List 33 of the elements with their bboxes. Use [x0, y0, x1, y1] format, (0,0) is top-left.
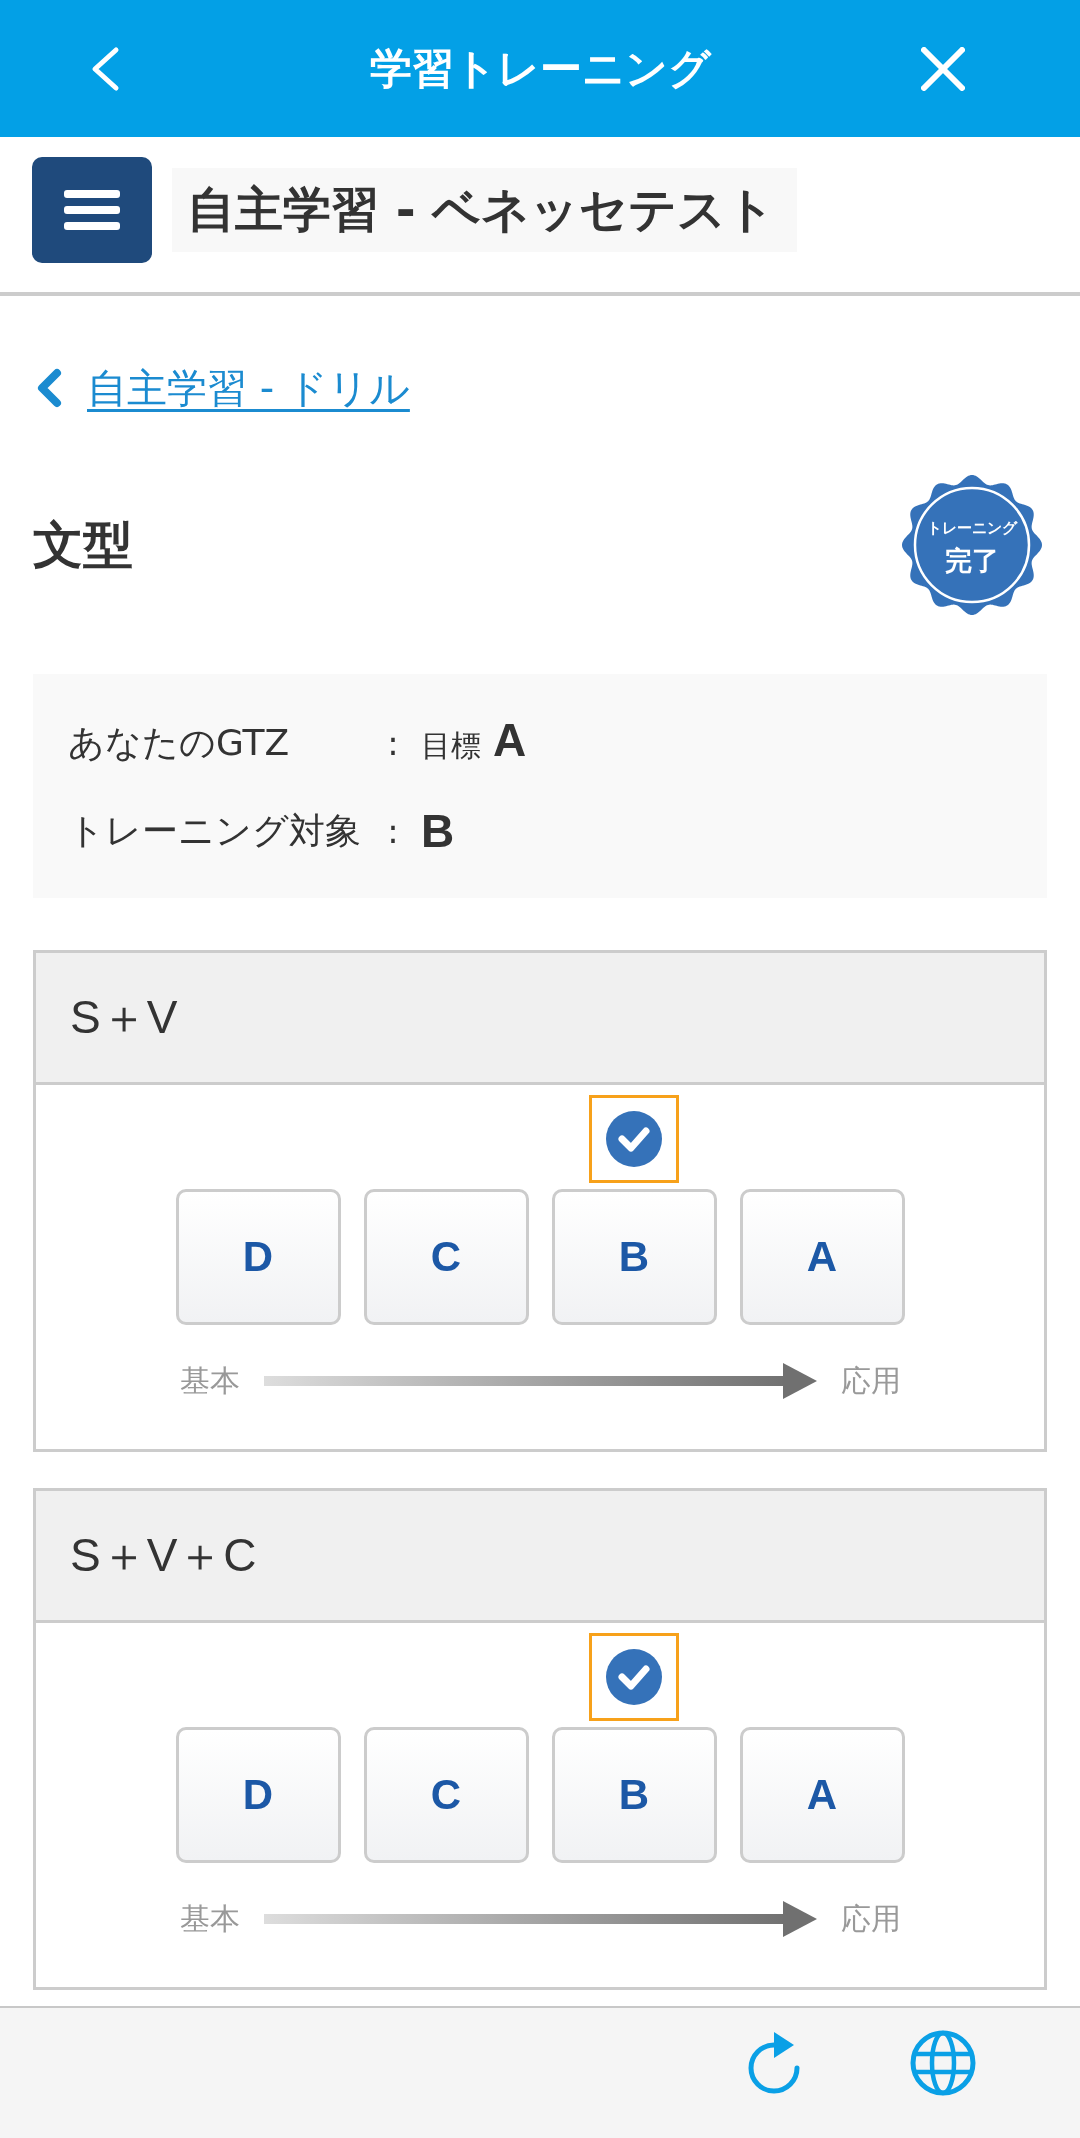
level-button[interactable]: B	[551, 1189, 717, 1325]
axis-end-label: 応用	[840, 1361, 901, 1400]
chevron-left-icon[interactable]	[35, 368, 63, 408]
level-button[interactable]: C	[363, 1727, 529, 1863]
summary-label: トレーニング対象	[68, 809, 362, 853]
card-title: S＋V	[70, 989, 178, 1045]
screen-title: 学習トレーニング	[369, 42, 711, 95]
menu-button[interactable]	[32, 156, 152, 263]
summary-prefix: 目標	[421, 727, 481, 765]
close-icon[interactable]	[921, 46, 965, 91]
globe-icon[interactable]	[910, 2030, 976, 2096]
badge-text: トレーニング	[927, 519, 1017, 538]
back-icon[interactable]	[90, 45, 120, 92]
refresh-icon[interactable]	[746, 2030, 802, 2096]
summary-label: あなたのGTZ	[68, 721, 291, 765]
summary-separator: :	[386, 722, 400, 765]
level-button[interactable]: D	[175, 1189, 341, 1325]
site-title: 自主学習 - ベネッセテスト	[172, 167, 798, 252]
section-heading: 文型	[33, 514, 133, 576]
axis-end-label: 応用	[840, 1899, 901, 1938]
axis-start-label: 基本	[179, 1899, 240, 1938]
axis-start-label: 基本	[179, 1361, 240, 1400]
summary-separator: :	[386, 810, 400, 853]
card-title: S＋V＋C	[70, 1527, 257, 1583]
summary-value: B	[421, 804, 455, 859]
summary-value: A	[493, 713, 527, 768]
badge-text: 完了	[945, 544, 999, 578]
level-button[interactable]: C	[363, 1189, 529, 1325]
level-button[interactable]: A	[739, 1189, 905, 1325]
level-button[interactable]: A	[739, 1727, 905, 1863]
level-button[interactable]: B	[551, 1727, 717, 1863]
back-link[interactable]: 自主学習 - ドリル	[87, 360, 410, 416]
level-button[interactable]: D	[175, 1727, 341, 1863]
